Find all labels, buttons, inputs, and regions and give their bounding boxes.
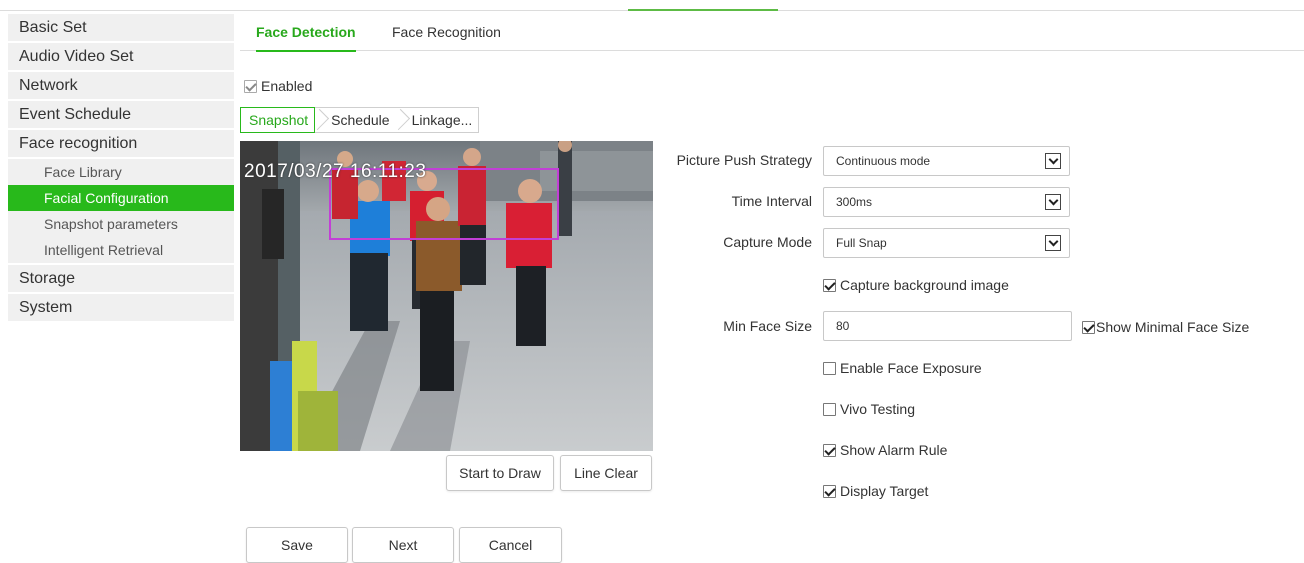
- sidebar-item-network[interactable]: Network: [8, 72, 234, 99]
- sidebar-item-audio-video-set[interactable]: Audio Video Set: [8, 43, 234, 70]
- capture-background-checkbox[interactable]: [823, 279, 836, 292]
- show-minimal-face-size-checkbox[interactable]: [1082, 321, 1095, 334]
- chevron-down-icon: [1045, 235, 1061, 251]
- vivo-testing-label: Vivo Testing: [840, 401, 915, 417]
- step-breadcrumb: Snapshot Schedule Linkage...: [240, 107, 480, 133]
- chevron-down-icon: [1045, 194, 1061, 210]
- video-timestamp: 2017/03/27 16:11:23: [244, 161, 427, 182]
- tab-bar: Face Detection Face Recognition: [240, 14, 1304, 52]
- line-clear-button[interactable]: Line Clear: [560, 455, 652, 491]
- min-face-size-label: Min Face Size: [723, 318, 812, 334]
- capture-mode-value: Full Snap: [836, 236, 887, 250]
- capture-mode-select[interactable]: Full Snap: [823, 228, 1070, 258]
- picture-push-strategy-label: Picture Push Strategy: [676, 152, 812, 168]
- step-snapshot[interactable]: Snapshot: [240, 107, 316, 133]
- step-separator: [315, 108, 323, 132]
- sidebar: Basic Set Audio Video Set Network Event …: [8, 14, 234, 323]
- video-preview[interactable]: 2017/03/27 16:11:23: [240, 141, 653, 451]
- show-alarm-rule-label: Show Alarm Rule: [840, 442, 948, 458]
- sidebar-subitem-face-library[interactable]: Face Library: [8, 159, 234, 185]
- sidebar-item-event-schedule[interactable]: Event Schedule: [8, 101, 234, 128]
- step-linkage[interactable]: Linkage...: [404, 108, 479, 132]
- picture-push-strategy-select[interactable]: Continuous mode: [823, 146, 1070, 176]
- sidebar-item-face-recognition[interactable]: Face recognition: [8, 130, 234, 157]
- camera-scene: [240, 141, 653, 451]
- capture-mode-label: Capture Mode: [723, 234, 812, 250]
- display-target-label: Display Target: [840, 483, 929, 499]
- sidebar-subitem-snapshot-parameters[interactable]: Snapshot parameters: [8, 211, 234, 237]
- display-target-option[interactable]: Display Target: [823, 482, 928, 500]
- show-alarm-rule-checkbox[interactable]: [823, 444, 836, 457]
- show-minimal-face-size-label: Show Minimal Face Size: [1096, 319, 1250, 335]
- tab-face-recognition[interactable]: Face Recognition: [392, 14, 501, 51]
- start-to-draw-button[interactable]: Start to Draw: [446, 455, 554, 491]
- sidebar-subitem-intelligent-retrieval[interactable]: Intelligent Retrieval: [8, 237, 234, 263]
- show-minimal-face-size-option[interactable]: Show Minimal Face Size: [1082, 318, 1249, 336]
- enabled-checkbox[interactable]: [244, 80, 257, 93]
- enable-face-exposure-checkbox[interactable]: [823, 362, 836, 375]
- enable-face-exposure-label: Enable Face Exposure: [840, 360, 982, 376]
- step-schedule[interactable]: Schedule: [323, 108, 395, 132]
- cancel-button[interactable]: Cancel: [459, 527, 562, 563]
- time-interval-value: 300ms: [836, 195, 873, 209]
- vivo-testing-checkbox[interactable]: [823, 403, 836, 416]
- sidebar-subitem-facial-configuration[interactable]: Facial Configuration: [8, 185, 234, 211]
- next-button[interactable]: Next: [352, 527, 454, 563]
- time-interval-select[interactable]: 300ms: [823, 187, 1070, 217]
- face-recognition-submenu: Face Library Facial Configuration Snapsh…: [8, 159, 234, 263]
- time-interval-label: Time Interval: [731, 193, 812, 209]
- min-face-size-input[interactable]: [823, 311, 1072, 341]
- step-separator: [396, 108, 404, 132]
- sidebar-item-storage[interactable]: Storage: [8, 265, 234, 292]
- show-alarm-rule-option[interactable]: Show Alarm Rule: [823, 441, 947, 459]
- display-target-checkbox[interactable]: [823, 485, 836, 498]
- enabled-checkbox-row[interactable]: Enabled: [244, 77, 312, 95]
- chevron-down-icon: [1045, 153, 1061, 169]
- top-accent-line: [628, 9, 778, 11]
- sidebar-item-system[interactable]: System: [8, 294, 234, 321]
- enable-face-exposure-option[interactable]: Enable Face Exposure: [823, 359, 982, 377]
- picture-push-strategy-value: Continuous mode: [836, 154, 931, 168]
- save-button[interactable]: Save: [246, 527, 348, 563]
- tab-face-detection[interactable]: Face Detection: [256, 14, 356, 52]
- capture-background-label: Capture background image: [840, 277, 1009, 293]
- capture-background-option[interactable]: Capture background image: [823, 276, 1009, 294]
- enabled-label: Enabled: [261, 78, 313, 94]
- sidebar-item-basic-set[interactable]: Basic Set: [8, 14, 234, 41]
- vivo-testing-option[interactable]: Vivo Testing: [823, 400, 915, 418]
